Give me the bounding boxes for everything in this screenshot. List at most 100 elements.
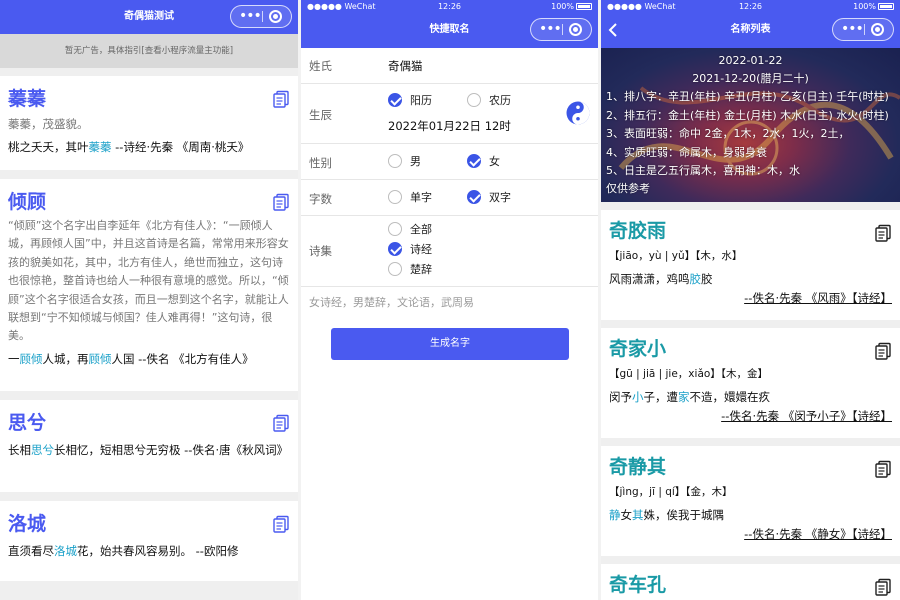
checked-icon [388,93,402,107]
chuci-radio[interactable]: 楚辞 [388,262,432,278]
nav-bar: 奇偶猫测试 ••• [0,0,298,34]
name-result-card: 奇家小 【gū | jiā | jie，xiǎo】【木，金】 闵予小子，遭家不造… [601,320,900,438]
unchecked-icon [388,222,402,236]
verse-source[interactable]: --佚名·先秦 《闵予小子》【诗经】 [609,407,892,425]
copy-icon[interactable] [874,342,892,360]
poem-collection-row: 诗集 全部 诗经 楚辞 [301,216,598,286]
unchecked-icon [388,190,402,204]
char-count-label: 字数 [309,192,332,206]
name-title: 倾顾 [8,191,47,213]
bazi-line-3: 3、表面旺弱：命中 2金，1木，2水，1火，2土， [606,127,850,140]
mini-program-capsule[interactable]: ••• [832,18,894,41]
checked-icon [467,154,481,168]
nav-bar: 快捷取名 ••• [301,13,598,48]
name-title: 奇家小 [609,338,667,360]
single-char-radio[interactable]: 单字 [388,190,432,206]
name-title: 奇胶雨 [609,220,667,242]
female-radio[interactable]: 女 [467,154,500,170]
name-title: 奇静其 [609,456,667,478]
bazi-line-1: 1、排八字：辛丑(年柱) 辛丑(月柱) 乙亥(日主) 壬午(时柱) [606,90,889,103]
ad-banner[interactable]: 暂无广告，具体指引[查看小程序流量主功能] [0,34,298,68]
bazi-line-2: 2、排五行：金土(年柱) 金土(月柱) 木水(日主) 水火(时柱) [606,109,889,122]
name-card: 蓁蓁 蓁蓁，茂盛貌。 桃之夭夭，其叶蓁蓁 --诗经·先秦 《周南·桃夭》 [0,76,298,170]
bazi-line-4: 4、实质旺弱：命属木，身弱身衰 [606,146,767,159]
name-card: 洛城 直须看尽洛城花，始共春风容易别。 --欧阳修 [0,501,298,581]
yin-yang-icon[interactable] [566,101,590,125]
birth-datetime-picker[interactable]: 2022年01月22日 12时 [388,118,511,134]
solar-date: 2022-01-22 [718,54,783,67]
name-pinyin-elements: 【jiāo，yù | yǔ】【木，水】 [609,250,743,262]
male-radio[interactable]: 男 [388,154,421,170]
screen-quick-naming: ●●●●● WeChat 12:26 100% 快捷取名 ••• 姓氏 奇偶猫 … [301,0,598,600]
gender-row: 性别 男 女 [301,144,598,180]
unchecked-icon [388,154,402,168]
copy-icon[interactable] [874,578,892,596]
battery-icon [576,3,592,10]
name-pinyin-elements: 【gū | jiā | jie，xiǎo】【木，金】 [609,368,769,380]
nav-bar: 名称列表 ••• [601,13,900,48]
battery-indicator: 100% [853,0,894,13]
more-icon[interactable]: ••• [841,19,864,40]
bazi-banner: 2022-01-22 2021-12-20(腊月二十) 1、排八字：辛丑(年柱)… [601,48,900,202]
mini-program-capsule[interactable]: ••• [530,18,592,41]
copy-icon[interactable] [272,193,290,211]
name-card: 倾顾 “倾顾”这个名字出自李延年《北方有佳人》：“一顾倾人城，再顾倾人国”中，并… [0,179,298,391]
close-target-icon[interactable] [269,10,282,23]
surname-input[interactable]: 奇偶猫 [388,58,423,74]
disclaimer: 仅供参考 [606,182,650,195]
name-result-card: 奇车孔 [601,556,900,600]
copy-icon[interactable] [874,224,892,242]
name-verse: 桃之夭夭，其叶蓁蓁 --诗经·先秦 《周南·桃夭》 [8,140,250,154]
status-bar: ●●●●● WeChat 12:26 100% [301,0,598,13]
name-meaning: “倾顾”这个名字出自李延年《北方有佳人》：“一顾倾人城，再顾倾人国”中，并且这首… [8,219,289,343]
name-result-card: 奇胶雨 【jiāo，yù | yǔ】【木，水】 风雨潇潇，鸡鸣胶胶 --佚名·先… [601,202,900,320]
copy-icon[interactable] [272,515,290,533]
verse-source[interactable]: --佚名·先秦 《风雨》【诗经】 [609,289,892,307]
poem-hint: 女诗经，男楚辞，文论语，武周易 [309,296,474,309]
name-verse: 风雨潇潇，鸡鸣胶胶 [609,272,713,286]
battery-indicator: 100% [551,0,592,13]
shijing-radio[interactable]: 诗经 [388,242,432,258]
surname-label: 姓氏 [309,59,332,73]
name-card: 思兮 长相思兮长相忆，短相思兮无穷极 --佚名·唐《秋风词》 [0,400,298,492]
name-meaning: 蓁蓁，茂盛貌。 [8,117,89,131]
name-verse: 静女其姝，俟我于城隅 [609,508,724,522]
all-poems-radio[interactable]: 全部 [388,222,432,238]
name-result-card: 奇静其 【jìng，jī | qí】【金，木】 静女其姝，俟我于城隅 --佚名·… [601,438,900,556]
bazi-line-5: 5、日主是乙五行属木，喜用神：木，水 [606,164,800,177]
lunar-calendar-radio[interactable]: 农历 [467,93,511,109]
name-verse: 长相思兮长相忆，短相思兮无穷极 --佚名·唐《秋风词》 [8,443,289,457]
unchecked-icon [467,93,481,107]
status-bar: ●●●●● WeChat 12:26 100% [601,0,900,13]
mini-program-capsule[interactable]: ••• [230,5,292,28]
checked-icon [467,190,481,204]
gender-label: 性别 [309,156,332,170]
surname-row: 姓氏 奇偶猫 [301,48,598,84]
copy-icon[interactable] [272,90,290,108]
name-title: 奇车孔 [609,574,667,596]
verse-source[interactable]: --佚名·先秦 《静女》【诗经】 [609,525,892,543]
name-title: 蓁蓁 [8,88,47,110]
char-count-row: 字数 单字 双字 [301,180,598,216]
battery-icon [878,3,894,10]
name-verse: 直须看尽洛城花，始共春风容易别。 --欧阳修 [8,544,239,558]
birth-row: 生辰 阳历 农历 2022年01月22日 12时 [301,84,598,144]
poem-collection-label: 诗集 [309,244,332,258]
generate-name-button[interactable]: 生成名字 [331,328,569,360]
name-title: 洛城 [8,513,47,535]
copy-icon[interactable] [874,460,892,478]
name-verse: 一顾倾人城，再顾倾人国 --佚名 《北方有佳人》 [8,351,254,366]
name-title: 思兮 [8,412,47,434]
more-icon[interactable]: ••• [539,19,562,40]
name-verse: 闵予小子，遭家不造，嬛嬛在疚 [609,390,770,404]
screen-test: 奇偶猫测试 ••• 暂无广告，具体指引[查看小程序流量主功能] 蓁蓁 蓁蓁，茂盛… [0,0,298,600]
solar-calendar-radio[interactable]: 阳历 [388,93,432,109]
lunar-date: 2021-12-20(腊月二十) [692,72,809,85]
more-icon[interactable]: ••• [239,6,262,27]
double-char-radio[interactable]: 双字 [467,190,511,206]
birth-label: 生辰 [309,108,332,122]
close-target-icon[interactable] [871,23,884,36]
close-target-icon[interactable] [569,23,582,36]
unchecked-icon [388,262,402,276]
copy-icon[interactable] [272,414,290,432]
